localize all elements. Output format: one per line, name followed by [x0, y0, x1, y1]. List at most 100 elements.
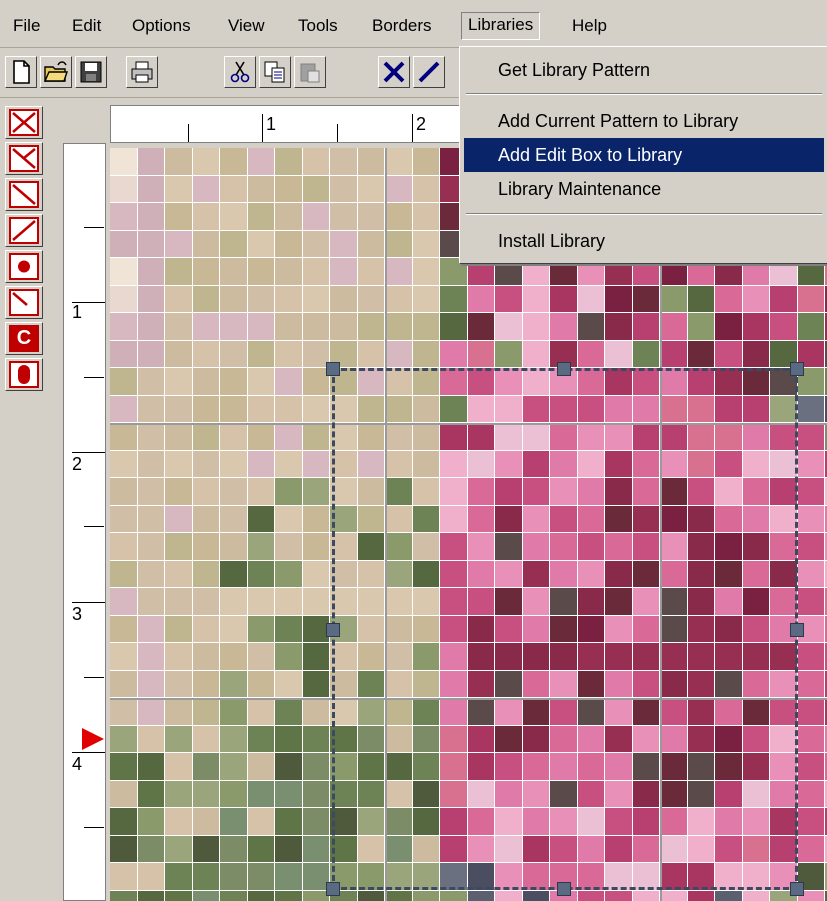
stitch-cell[interactable]	[165, 340, 193, 368]
stitch-cell[interactable]	[275, 340, 303, 368]
stitch-cell[interactable]	[110, 230, 138, 258]
stitch-cell[interactable]	[247, 175, 275, 203]
selection-handle-bottom-left[interactable]	[326, 882, 340, 896]
menu-options[interactable]: Options	[126, 13, 197, 39]
stitch-cell[interactable]	[302, 533, 330, 561]
stitch-cell[interactable]	[220, 533, 248, 561]
stitch-cell[interactable]	[165, 615, 193, 643]
menu-tools[interactable]: Tools	[292, 13, 344, 39]
stitch-cell[interactable]	[220, 698, 248, 726]
stitch-cell[interactable]	[385, 285, 413, 313]
stitch-cell[interactable]	[247, 533, 275, 561]
stitch-cell[interactable]	[495, 890, 523, 901]
stitch-cell[interactable]	[247, 203, 275, 231]
stitch-cell[interactable]	[220, 148, 248, 176]
stitch-cell[interactable]	[302, 258, 330, 286]
stitch-cell[interactable]	[192, 175, 220, 203]
stitch-cell[interactable]	[302, 670, 330, 698]
stitch-cell[interactable]	[605, 285, 633, 313]
stitch-cell[interactable]	[715, 890, 743, 901]
stitch-cell[interactable]	[275, 725, 303, 753]
stitch-cell[interactable]	[247, 450, 275, 478]
stitch-cell[interactable]	[660, 890, 688, 901]
text-tool[interactable]: C	[5, 322, 43, 355]
stitch-cell[interactable]	[302, 478, 330, 506]
stitch-cell[interactable]	[330, 313, 358, 341]
stitch-cell[interactable]	[165, 450, 193, 478]
stitch-cell[interactable]	[385, 258, 413, 286]
stitch-cell[interactable]	[247, 478, 275, 506]
stitch-cell[interactable]	[220, 863, 248, 891]
stitch-cell[interactable]	[412, 890, 440, 901]
stitch-cell[interactable]	[632, 313, 660, 341]
stitch-cell[interactable]	[192, 340, 220, 368]
stitch-cell[interactable]	[247, 285, 275, 313]
selection-handle-bottom[interactable]	[557, 882, 571, 896]
stitch-cell[interactable]	[137, 670, 165, 698]
stitch-cell[interactable]	[742, 285, 770, 313]
stitch-cell[interactable]	[137, 368, 165, 396]
stitch-cell[interactable]	[165, 505, 193, 533]
stitch-cell[interactable]	[302, 148, 330, 176]
stitch-cell[interactable]	[742, 340, 770, 368]
stitch-cell[interactable]	[192, 863, 220, 891]
stitch-cell[interactable]	[357, 340, 385, 368]
stitch-cell[interactable]	[110, 258, 138, 286]
stitch-cell[interactable]	[522, 890, 550, 901]
stitch-cell[interactable]	[632, 340, 660, 368]
stitch-cell[interactable]	[220, 725, 248, 753]
stitch-cell[interactable]	[110, 863, 138, 891]
stitch-cell[interactable]	[715, 340, 743, 368]
stitch-cell[interactable]	[165, 890, 193, 901]
stitch-cell[interactable]	[192, 203, 220, 231]
stitch-cell[interactable]	[275, 148, 303, 176]
stitch-cell[interactable]	[110, 313, 138, 341]
stitch-cell[interactable]	[275, 615, 303, 643]
stitch-cell[interactable]	[550, 313, 578, 341]
stitch-cell[interactable]	[302, 780, 330, 808]
stitch-cell[interactable]	[220, 368, 248, 396]
stitch-cell[interactable]	[797, 313, 825, 341]
stitch-cell[interactable]	[220, 835, 248, 863]
stitch-cell[interactable]	[137, 258, 165, 286]
stitch-cell[interactable]	[605, 340, 633, 368]
stitch-cell[interactable]	[302, 423, 330, 451]
menu-libraries[interactable]: Libraries	[461, 12, 541, 40]
stitch-cell[interactable]	[797, 753, 825, 781]
stitch-cell[interactable]	[220, 203, 248, 231]
stitch-cell[interactable]	[110, 615, 138, 643]
stitch-cell[interactable]	[302, 450, 330, 478]
stitch-cell[interactable]	[192, 753, 220, 781]
stitch-cell[interactable]	[192, 450, 220, 478]
stitch-cell[interactable]	[137, 643, 165, 671]
french-knot-tool[interactable]	[5, 250, 43, 283]
stitch-cell[interactable]	[220, 258, 248, 286]
stitch-cell[interactable]	[385, 340, 413, 368]
stitch-cell[interactable]	[137, 505, 165, 533]
stitch-cell[interactable]	[110, 505, 138, 533]
stitch-cell[interactable]	[165, 780, 193, 808]
stitch-cell[interactable]	[220, 285, 248, 313]
stitch-cell[interactable]	[137, 725, 165, 753]
menu-help[interactable]: Help	[566, 13, 613, 39]
stitch-cell[interactable]	[412, 340, 440, 368]
stitch-cell[interactable]	[165, 808, 193, 836]
menu-borders[interactable]: Borders	[366, 13, 438, 39]
stitch-cell[interactable]	[165, 423, 193, 451]
stitch-cell[interactable]	[110, 643, 138, 671]
selection-handle-right[interactable]	[790, 623, 804, 637]
stitch-cell[interactable]	[165, 258, 193, 286]
stitch-cell[interactable]	[110, 175, 138, 203]
stitch-cell[interactable]	[137, 175, 165, 203]
stitch-cell[interactable]	[192, 560, 220, 588]
stitch-cell[interactable]	[330, 285, 358, 313]
stitch-cell[interactable]	[165, 670, 193, 698]
stitch-cell[interactable]	[165, 643, 193, 671]
stitch-cell[interactable]	[412, 203, 440, 231]
stitch-cell[interactable]	[110, 670, 138, 698]
stitch-cell[interactable]	[137, 780, 165, 808]
open-button[interactable]	[40, 56, 72, 88]
stitch-cell[interactable]	[165, 368, 193, 396]
stitch-cell[interactable]	[247, 643, 275, 671]
stitch-cell[interactable]	[302, 835, 330, 863]
